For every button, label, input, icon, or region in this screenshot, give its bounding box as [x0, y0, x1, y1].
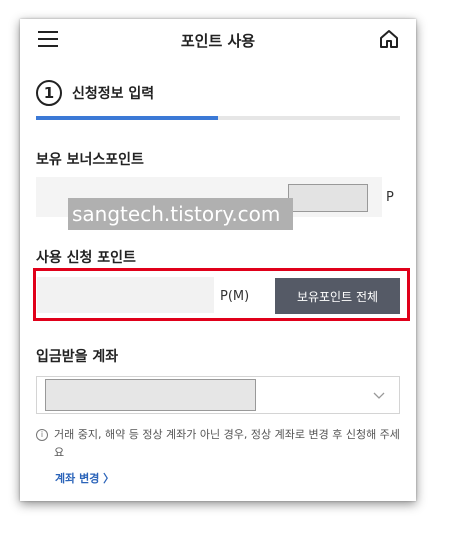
apply-points-unit: P(M) — [220, 289, 250, 304]
account-select[interactable] — [36, 376, 400, 414]
apply-points-input[interactable] — [37, 277, 214, 313]
header: 포인트 사용 — [20, 19, 416, 59]
change-account-link[interactable]: 계좌 변경 〉 — [55, 470, 114, 486]
progress-bar — [36, 116, 400, 120]
home-icon[interactable] — [378, 28, 400, 50]
account-label: 입금받을 계좌 — [36, 349, 119, 365]
apply-points-label: 사용 신청 포인트 — [36, 250, 136, 266]
chevron-down-icon — [373, 392, 385, 399]
step-indicator: 1 신청정보 입력 — [36, 77, 154, 109]
app-frame: 포인트 사용 1 신청정보 입력 보유 보너스포인트 P 사용 신청 포인트 P… — [20, 19, 416, 501]
step-number: 1 — [36, 80, 62, 106]
use-all-points-button[interactable]: 보유포인트 전체 — [275, 278, 400, 314]
account-value — [45, 379, 256, 411]
page-title: 포인트 사용 — [180, 32, 256, 50]
watermark: sangtech.tistory.com — [68, 198, 293, 230]
info-icon: i — [36, 429, 48, 441]
notice: i 거래 중지, 해약 등 정상 계좌가 아닌 경우, 정상 계좌로 변경 후 … — [36, 426, 400, 462]
bonus-points-value — [288, 184, 368, 212]
bonus-points-label: 보유 보너스포인트 — [36, 152, 144, 168]
step-label: 신청정보 입력 — [72, 86, 155, 102]
progress-fill — [36, 116, 218, 120]
notice-text: 거래 중지, 해약 등 정상 계좌가 아닌 경우, 정상 계좌로 변경 후 신청… — [54, 428, 400, 459]
bonus-points-unit: P — [386, 190, 394, 205]
